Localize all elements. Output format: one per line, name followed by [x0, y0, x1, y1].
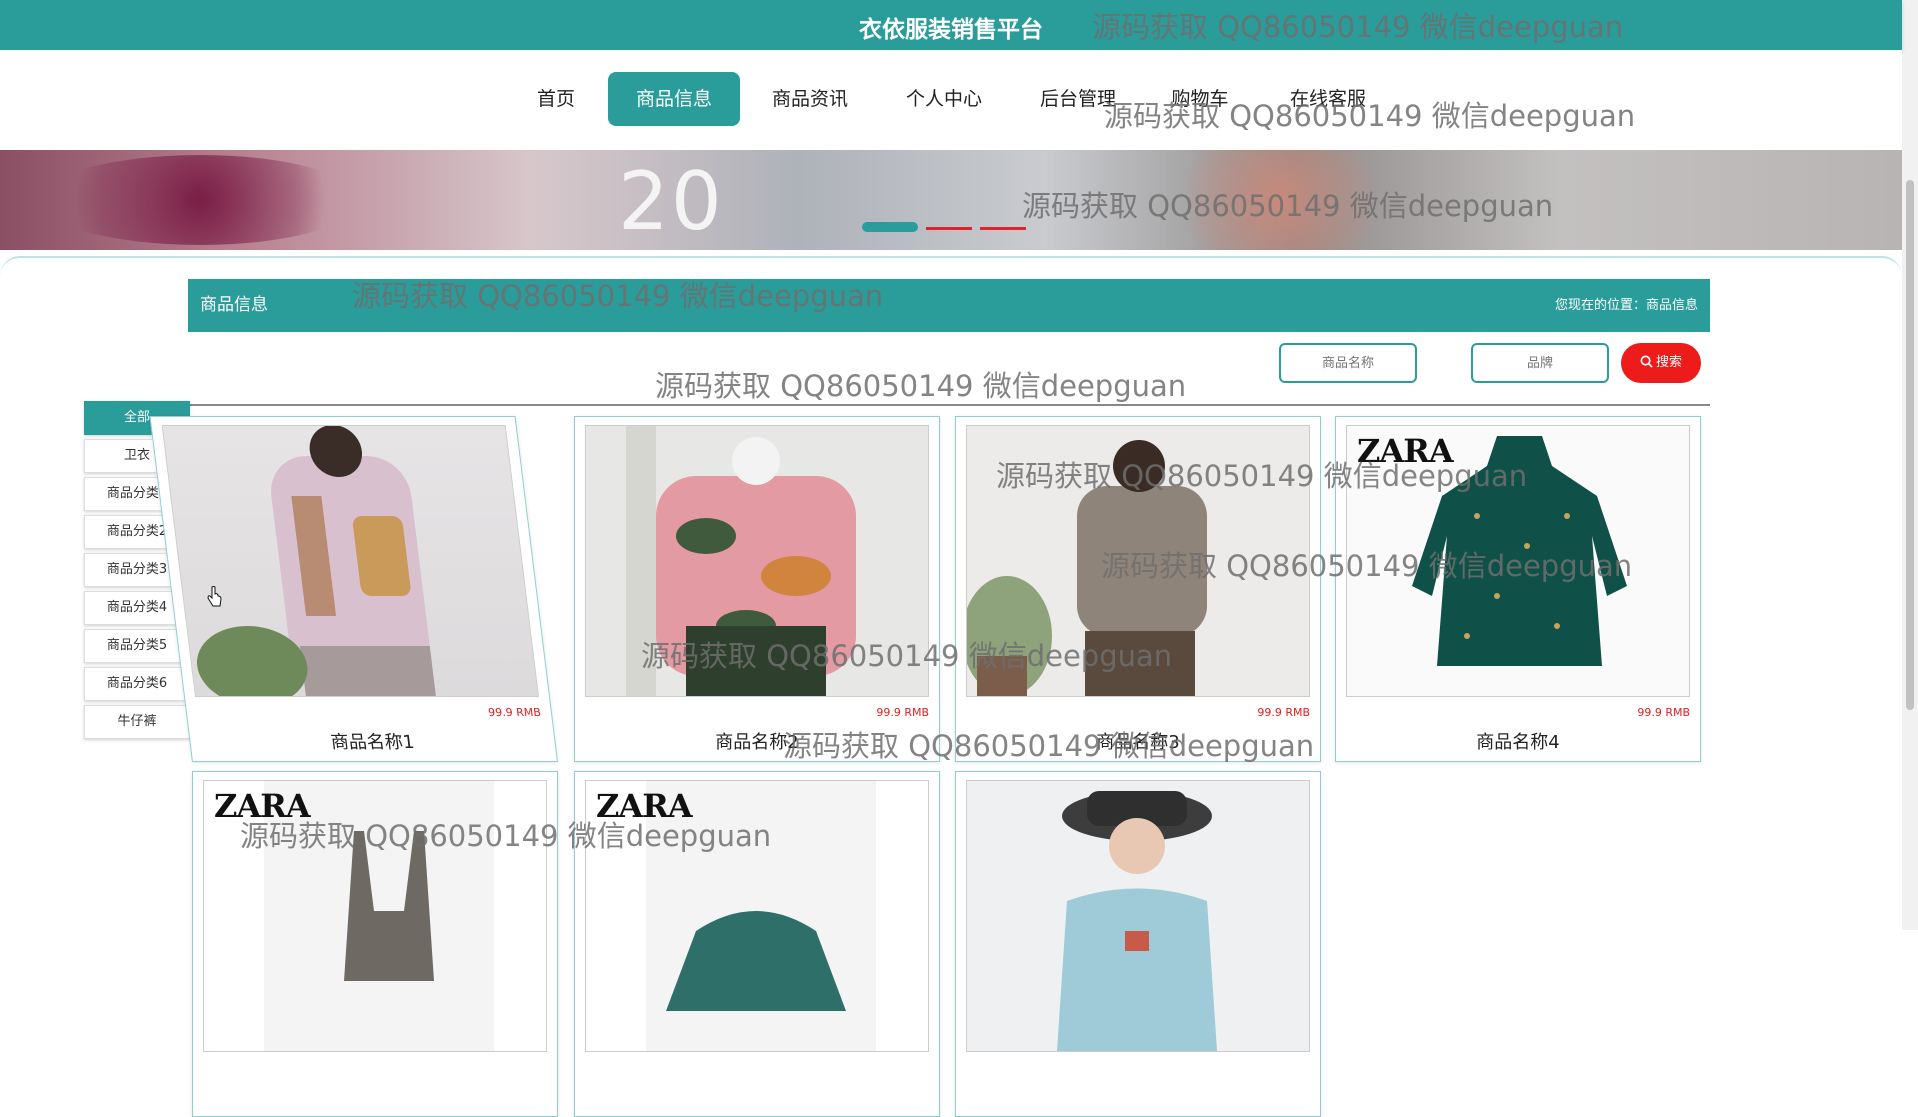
product-image-7: [966, 780, 1310, 1052]
product-price-4: 99.9 RMB: [1637, 706, 1690, 719]
banner-flowers: [40, 155, 360, 245]
category-jeans[interactable]: 牛仔裤: [84, 705, 190, 739]
product-image-2: [585, 425, 929, 697]
nav-home[interactable]: 首页: [526, 72, 586, 126]
main-nav: 首页 商品信息 商品资讯 个人中心 后台管理 购物车 在线客服: [0, 50, 1902, 150]
product-image-3: [966, 425, 1310, 697]
nav-products[interactable]: 商品信息: [608, 72, 740, 126]
site-title: 衣依服装销售平台: [859, 17, 1043, 43]
carousel-dot-3[interactable]: [980, 227, 1026, 230]
nav-online-service[interactable]: 在线客服: [1280, 72, 1376, 126]
carousel-dot-1[interactable]: [862, 222, 918, 232]
brand-logo-6: ZARA: [596, 787, 693, 825]
brand-logo-5: ZARA: [214, 787, 311, 825]
banner-text: 20: [618, 155, 724, 248]
nav-personal-center[interactable]: 个人中心: [896, 72, 992, 126]
carousel-indicators: [862, 218, 1032, 234]
product-name-2: 商品名称2: [715, 732, 799, 753]
brand-logo-4: ZARA: [1357, 432, 1454, 470]
product-name-4: 商品名称4: [1476, 732, 1560, 753]
search-button[interactable]: 搜索: [1621, 343, 1701, 383]
product-name-search-input[interactable]: [1279, 343, 1417, 383]
product-price-2: 99.9 RMB: [876, 706, 929, 719]
nav-cart[interactable]: 购物车: [1164, 72, 1236, 126]
product-card-4[interactable]: ZARA 99.9 RMB 商品名称4: [1335, 416, 1701, 762]
category-6[interactable]: 商品分类6: [84, 667, 190, 701]
nav-news[interactable]: 商品资讯: [762, 72, 858, 126]
search-icon: [1640, 355, 1653, 368]
product-name-1: 商品名称1: [329, 732, 416, 753]
section-header: 商品信息 您现在的位置：商品信息: [188, 279, 1710, 332]
mouse-pointer-icon: [207, 586, 222, 607]
breadcrumb: 您现在的位置：商品信息: [1554, 298, 1698, 313]
product-card-7[interactable]: [955, 771, 1321, 1117]
product-image-6: ZARA: [585, 780, 929, 1052]
divider: [188, 404, 1710, 406]
scrollbar-thumb[interactable]: [1906, 180, 1914, 710]
product-image-5: ZARA: [203, 780, 547, 1052]
product-price-1: 99.9 RMB: [487, 706, 542, 719]
banner-figure: [1170, 150, 1390, 250]
banner-carousel[interactable]: 20: [0, 150, 1902, 250]
brand-search-input[interactable]: [1471, 343, 1609, 383]
product-image-1: [161, 425, 540, 697]
section-title: 商品信息: [200, 295, 268, 315]
category-5[interactable]: 商品分类5: [84, 629, 190, 663]
product-card-5[interactable]: ZARA: [192, 771, 558, 1117]
search-button-label: 搜索: [1655, 355, 1682, 370]
product-card-6[interactable]: ZARA: [574, 771, 940, 1117]
product-card-2[interactable]: 99.9 RMB 商品名称2: [574, 416, 940, 762]
product-name-3: 商品名称3: [1096, 732, 1180, 753]
nav-admin[interactable]: 后台管理: [1030, 72, 1126, 126]
product-price-3: 99.9 RMB: [1257, 706, 1310, 719]
product-image-4: ZARA: [1346, 425, 1690, 697]
product-card-3[interactable]: 99.9 RMB 商品名称3: [955, 416, 1321, 762]
carousel-dot-2[interactable]: [926, 227, 972, 230]
top-header: 衣依服装销售平台: [0, 0, 1902, 50]
